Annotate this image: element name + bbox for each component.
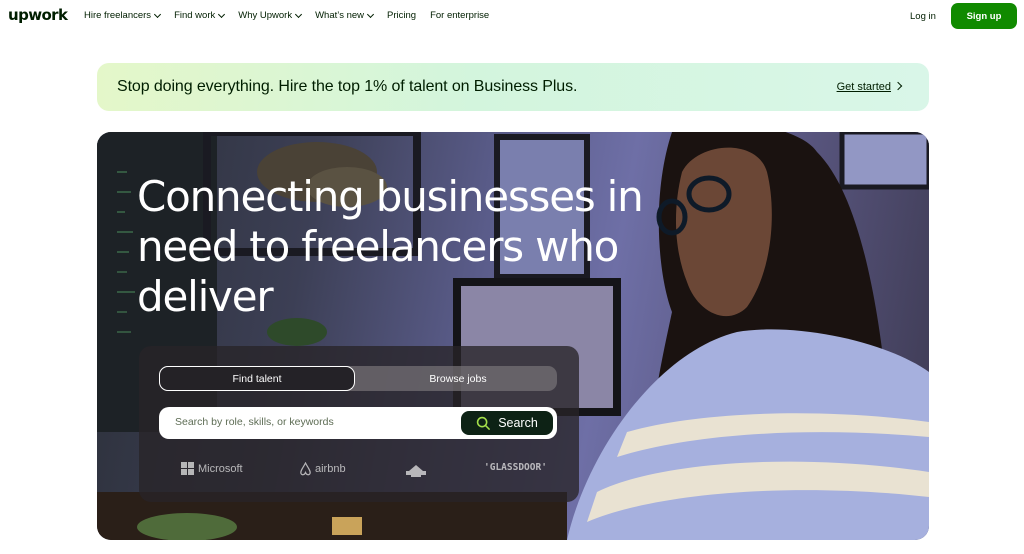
brand-name: airbnb xyxy=(315,463,346,475)
trusted-by-logos: Microsoft airbnb GE 'GLASSDOOR' xyxy=(159,462,559,482)
wall-frame xyxy=(839,132,929,190)
sign-up-button[interactable]: Sign up xyxy=(951,3,1017,29)
search-bar: Search xyxy=(159,407,557,439)
chevron-right-icon[interactable] xyxy=(893,81,903,91)
plant-leaf xyxy=(137,513,237,540)
tab-browse-jobs[interactable]: Browse jobs xyxy=(359,366,557,391)
nav-label: Why Upwork xyxy=(238,10,293,21)
promo-text: Stop doing everything. Hire the top 1% o… xyxy=(117,78,578,95)
main-nav: Hire freelancers Find work Why Upwork Wh… xyxy=(84,10,503,21)
search-panel: Find talent Browse jobs Search Microsoft xyxy=(139,346,579,502)
upwork-logo[interactable]: upwork xyxy=(8,6,68,24)
nav-for-enterprise[interactable]: For enterprise xyxy=(430,10,489,21)
chevron-down-icon xyxy=(366,10,375,18)
brand-name: Microsoft xyxy=(198,462,243,475)
nav-label: Hire freelancers xyxy=(84,10,152,21)
promo-banner: Stop doing everything. Hire the top 1% o… xyxy=(97,63,929,111)
chevron-down-icon xyxy=(154,10,162,18)
top-navigation-bar: upwork Hire freelancers Find work Why Up… xyxy=(0,0,1024,33)
nav-hire-freelancers[interactable]: Hire freelancers xyxy=(84,10,162,21)
nav-whats-new[interactable]: What’s new xyxy=(315,10,375,21)
airbnb-logo: airbnb xyxy=(299,462,346,476)
microsoft-grid-icon xyxy=(181,462,194,475)
nav-find-work[interactable]: Find work xyxy=(174,10,226,21)
search-button[interactable]: Search xyxy=(460,410,554,436)
chevron-down-icon xyxy=(295,10,303,18)
nav-why-upwork[interactable]: Why Upwork xyxy=(238,10,303,21)
glassdoor-logo: ' GLASSDOOR ' xyxy=(484,462,547,473)
chevron-down-icon xyxy=(218,10,226,18)
ge-emblem-icon xyxy=(406,465,426,477)
nav-label: What’s new xyxy=(315,10,365,21)
airbnb-icon xyxy=(300,462,311,476)
brand-name: GLASSDOOR xyxy=(489,462,542,473)
search-mode-toggle: Find talent Browse jobs xyxy=(159,366,557,391)
nav-label: Find work xyxy=(174,10,216,21)
search-icon xyxy=(476,416,491,430)
plant-leaf xyxy=(267,318,327,346)
search-input[interactable] xyxy=(175,416,445,428)
ge-logo: GE xyxy=(404,462,428,478)
desk-note xyxy=(332,517,362,535)
log-in-link[interactable]: Log in xyxy=(910,11,936,22)
search-button-label: Search xyxy=(498,416,538,430)
get-started-link[interactable]: Get started xyxy=(837,81,891,93)
nav-pricing[interactable]: Pricing xyxy=(387,10,416,21)
tab-find-talent[interactable]: Find talent xyxy=(159,366,355,391)
microsoft-logo: Microsoft xyxy=(181,462,243,475)
nav-label: For enterprise xyxy=(430,10,490,21)
nav-label: Pricing xyxy=(387,10,417,21)
hero-section: Connecting businesses in need to freelan… xyxy=(97,132,929,540)
hero-headline: Connecting businesses in need to freelan… xyxy=(137,172,644,321)
